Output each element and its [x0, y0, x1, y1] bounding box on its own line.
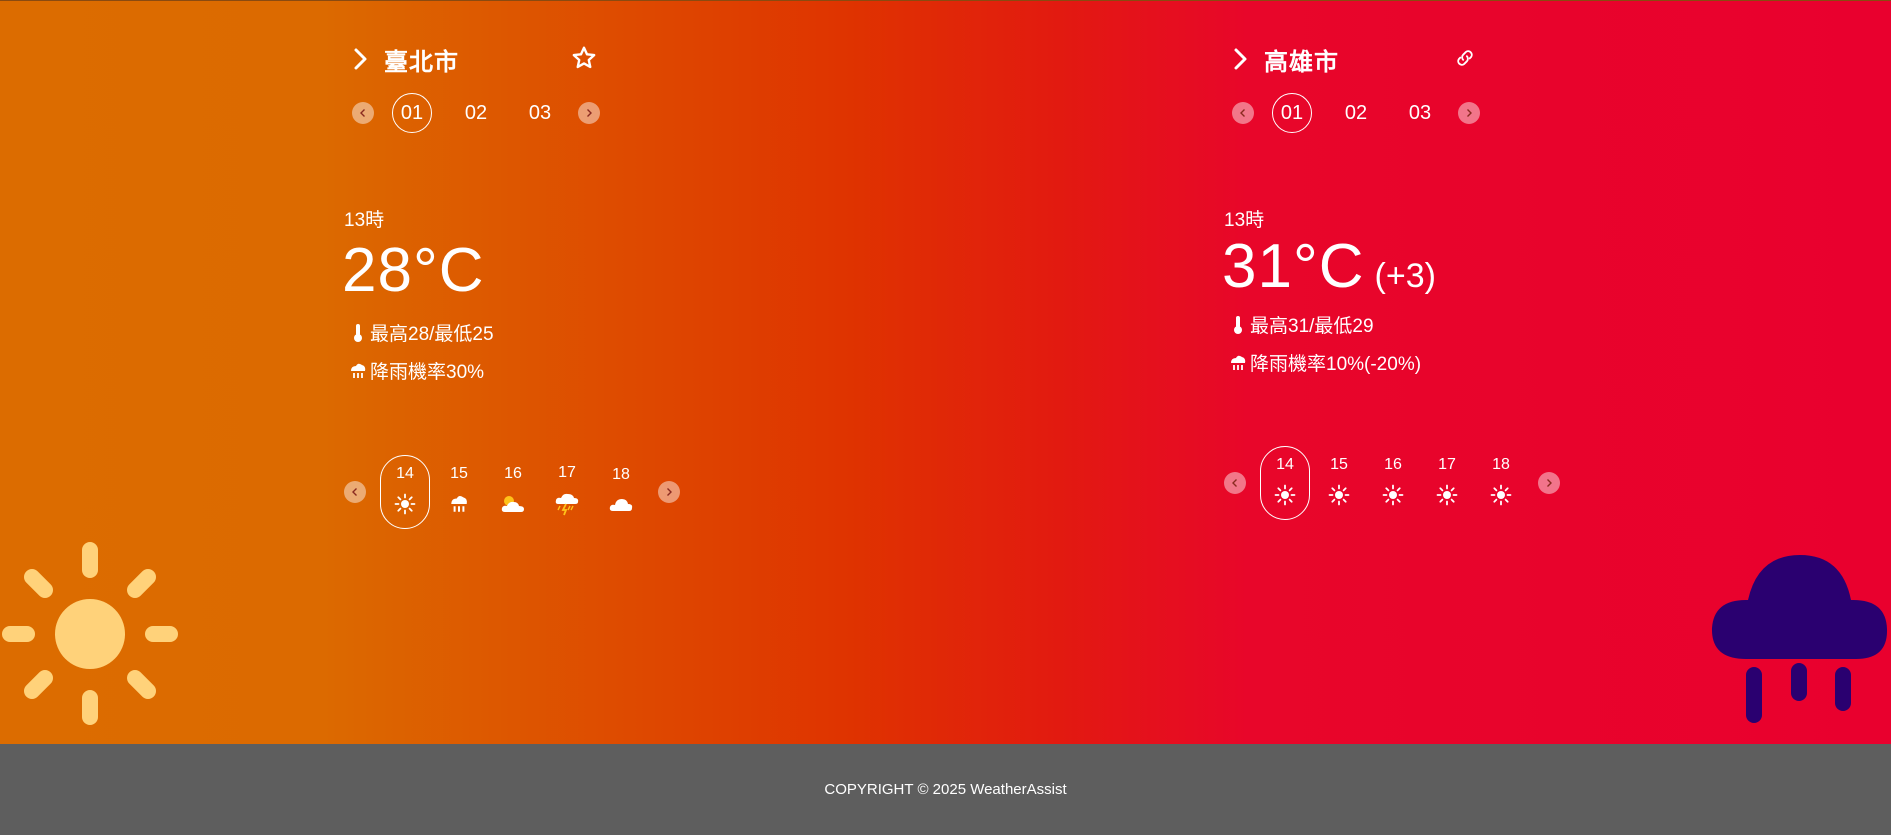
hour-label: 16: [1384, 455, 1402, 473]
hour-cell[interactable]: 17: [542, 455, 592, 529]
temperature-row: 28°C: [342, 235, 485, 306]
hour-label: 14: [396, 464, 414, 482]
next-hours-button[interactable]: [658, 481, 680, 503]
hour-label: 14: [1276, 455, 1294, 473]
sun-decoration-icon: [0, 541, 184, 729]
sunny-icon: [394, 493, 416, 520]
day-tab-02[interactable]: 02: [456, 93, 496, 133]
city-panel-taipei: 臺北市 01 02 03 13時 28°C 最高28/最低25 降雨機率30% …: [340, 1, 680, 541]
temperature-value: 31°C: [1222, 232, 1365, 301]
temperature-value: 28°C: [342, 236, 485, 305]
day-tabs: 01 02 03: [1232, 93, 1480, 133]
prev-hours-button[interactable]: [1224, 472, 1246, 494]
next-hours-button[interactable]: [1538, 472, 1560, 494]
high-low-text: 最高31/最低29: [1250, 316, 1374, 337]
chevron-right-icon[interactable]: [352, 44, 378, 74]
hour-label: 17: [558, 463, 576, 481]
prev-day-button[interactable]: [352, 102, 374, 124]
day-tab-02[interactable]: 02: [1336, 93, 1376, 133]
current-hour: 13時: [1224, 210, 1265, 231]
day-tab-01[interactable]: 01: [1272, 93, 1312, 133]
prev-day-button[interactable]: [1232, 102, 1254, 124]
hour-cell[interactable]: 15: [1314, 446, 1364, 520]
rain-chance-line: 降雨機率30%: [348, 357, 484, 384]
footer: COPYRIGHT © 2025 WeatherAssist: [0, 744, 1891, 835]
high-low-line: 最高31/最低29: [1228, 311, 1374, 338]
hour-label: 18: [612, 465, 630, 483]
rain-chance-text: 降雨機率10%(-20%): [1250, 354, 1422, 375]
hour-cell[interactable]: 18: [596, 455, 646, 529]
sunny-icon: [1328, 484, 1350, 511]
hour-label: 18: [1492, 455, 1510, 473]
sunny-icon: [1274, 484, 1296, 511]
star-icon[interactable]: [569, 43, 599, 73]
current-hour: 13時: [344, 210, 385, 231]
next-day-button[interactable]: [1458, 102, 1480, 124]
hour-label: 16: [504, 464, 522, 482]
rain-icon: [1228, 352, 1248, 374]
sunny-icon: [1490, 484, 1512, 511]
high-low-line: 最高28/最低25: [348, 319, 494, 346]
city-panel-kaohsiung: 高雄市 01 02 03 13時 31°C (+3) 最高31/最低29 降雨機…: [1220, 1, 1560, 541]
rain-icon: [448, 493, 470, 520]
chevron-right-icon[interactable]: [1232, 44, 1258, 74]
hour-cell[interactable]: 14: [1260, 446, 1310, 520]
thunderstorm-icon: [554, 492, 580, 521]
hour-cell[interactable]: 18: [1476, 446, 1526, 520]
temperature-row: 31°C (+3): [1222, 231, 1436, 302]
day-tabs: 01 02 03: [352, 93, 600, 133]
city-name: 高雄市: [1264, 47, 1339, 76]
hour-cell[interactable]: 16: [1368, 446, 1418, 520]
day-tab-01[interactable]: 01: [392, 93, 432, 133]
city-header[interactable]: 高雄市: [1232, 43, 1339, 76]
hour-cell[interactable]: 14: [380, 455, 430, 529]
hour-label: 15: [1330, 455, 1348, 473]
prev-hours-button[interactable]: [344, 481, 366, 503]
weather-main: 臺北市 01 02 03 13時 28°C 最高28/最低25 降雨機率30% …: [0, 0, 1891, 744]
link-icon[interactable]: [1450, 43, 1480, 73]
hour-cell[interactable]: 16: [488, 455, 538, 529]
hourly-strip: 14 15 16 17 18: [1224, 446, 1560, 520]
hour-label: 15: [450, 464, 468, 482]
hour-label: 17: [1438, 455, 1456, 473]
hour-cell[interactable]: 15: [434, 455, 484, 529]
hourly-strip: 14 15 16 17 18: [344, 455, 680, 529]
copyright-text: COPYRIGHT © 2025 WeatherAssist: [824, 781, 1067, 798]
temperature-delta: (+3): [1374, 257, 1436, 295]
rain-chance-text: 降雨機率30%: [370, 362, 485, 383]
cloudy-icon: [608, 494, 634, 519]
rain-icon: [348, 360, 368, 382]
day-tab-03[interactable]: 03: [520, 93, 560, 133]
partly-cloudy-icon: [500, 493, 526, 520]
hour-cell[interactable]: 17: [1422, 446, 1472, 520]
rain-chance-line: 降雨機率10%(-20%): [1228, 349, 1421, 376]
day-tab-03[interactable]: 03: [1400, 93, 1440, 133]
sunny-icon: [1436, 484, 1458, 511]
high-low-text: 最高28/最低25: [370, 324, 494, 345]
next-day-button[interactable]: [578, 102, 600, 124]
sunny-icon: [1382, 484, 1404, 511]
thermometer-icon: [1228, 314, 1248, 336]
rain-cloud-decoration-icon: [1708, 553, 1891, 729]
city-header[interactable]: 臺北市: [352, 43, 459, 76]
thermometer-icon: [348, 322, 368, 344]
city-name: 臺北市: [384, 47, 459, 76]
